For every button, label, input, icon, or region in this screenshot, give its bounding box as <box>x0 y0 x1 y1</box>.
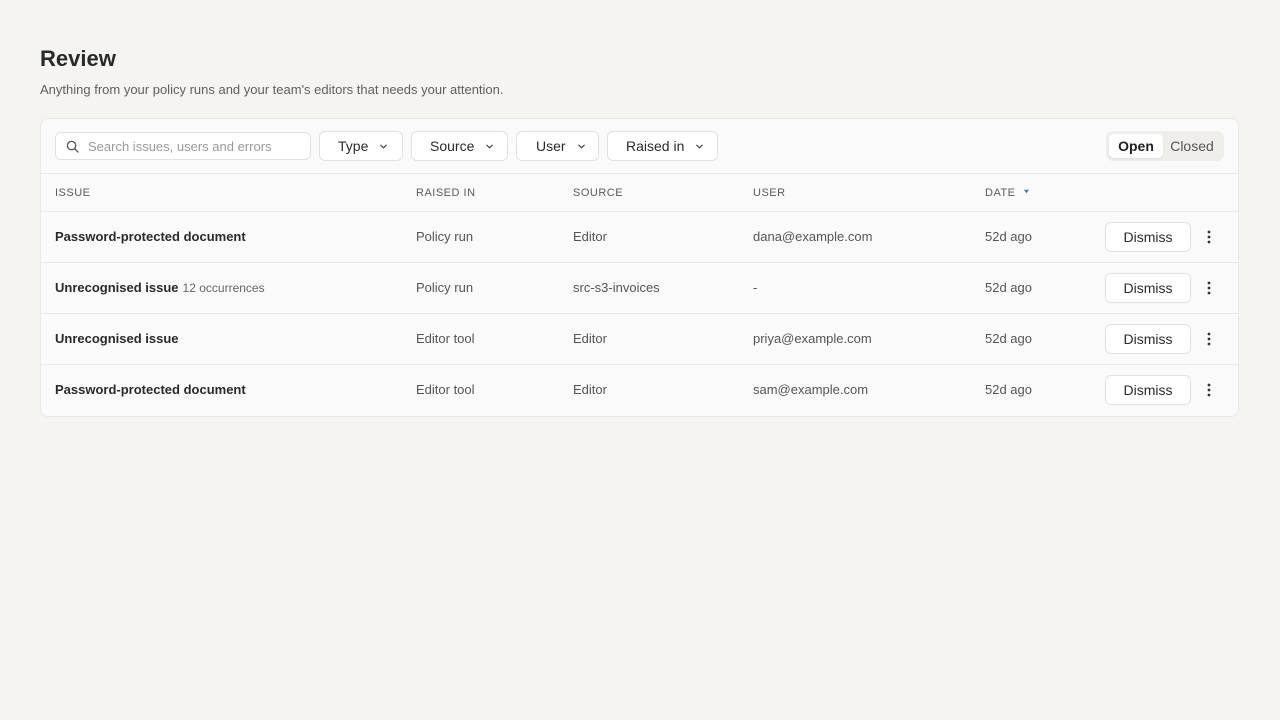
review-page: Review Anything from your policy runs an… <box>40 44 1239 417</box>
chevron-down-icon <box>696 144 704 148</box>
status-closed-button[interactable]: Closed <box>1163 134 1221 158</box>
status-open-button[interactable]: Open <box>1109 134 1163 158</box>
user-cell: dana@example.com <box>753 229 873 244</box>
dismiss-button[interactable]: Dismiss <box>1105 375 1191 405</box>
issue-name: Password-protected document <box>55 229 246 244</box>
table-header: ISSUE RAISED IN SOURCE USER DATE <box>41 174 1238 212</box>
table-row: Unrecognised issue Editor tool Editor pr… <box>41 314 1238 365</box>
issue-name: Password-protected document <box>55 382 246 397</box>
search-icon <box>66 140 79 153</box>
column-header-issue[interactable]: ISSUE <box>55 174 91 212</box>
raised-in-cell: Policy run <box>416 280 474 295</box>
user-cell: priya@example.com <box>753 331 872 346</box>
table-body: Password-protected document Policy run E… <box>41 212 1238 416</box>
column-header-source[interactable]: SOURCE <box>573 174 623 212</box>
column-header-user[interactable]: USER <box>753 174 786 212</box>
row-menu-button[interactable] <box>1199 380 1219 400</box>
issue-cell[interactable]: Unrecognised issue <box>55 314 183 364</box>
chevron-down-icon <box>577 144 585 148</box>
filter-type-button[interactable]: Type <box>319 131 403 161</box>
filter-type-label: Type <box>338 138 369 154</box>
filter-source-button[interactable]: Source <box>411 131 508 161</box>
row-menu-button[interactable] <box>1199 329 1219 349</box>
issue-cell[interactable]: Password-protected document <box>55 365 250 415</box>
filter-raised-in-label: Raised in <box>626 138 685 154</box>
column-header-date[interactable]: DATE <box>985 174 1030 212</box>
issue-cell[interactable]: Password-protected document <box>55 212 250 262</box>
more-vertical-icon <box>1207 230 1211 244</box>
filter-raised-in-button[interactable]: Raised in <box>607 131 718 161</box>
source-cell: Editor <box>573 331 607 346</box>
more-vertical-icon <box>1207 383 1211 397</box>
column-header-date-label: DATE <box>985 187 1016 199</box>
toolbar: Type Source User Raised in <box>41 119 1238 174</box>
table-row: Password-protected document Editor tool … <box>41 365 1238 416</box>
source-cell: Editor <box>573 382 607 397</box>
search-box[interactable] <box>55 132 311 160</box>
raised-in-cell: Editor tool <box>416 382 475 397</box>
filter-user-button[interactable]: User <box>516 131 599 161</box>
issue-name: Unrecognised issue <box>55 280 179 295</box>
dismiss-button[interactable]: Dismiss <box>1105 273 1191 303</box>
source-cell: Editor <box>573 229 607 244</box>
date-cell: 52d ago <box>985 382 1032 397</box>
user-cell: sam@example.com <box>753 382 869 397</box>
issue-cell[interactable]: Unrecognised issue 12 occurrences <box>55 263 265 313</box>
raised-in-cell: Policy run <box>416 229 474 244</box>
table-row: Password-protected document Policy run E… <box>41 212 1238 263</box>
page-subtitle: Anything from your policy runs and your … <box>40 82 504 97</box>
occurrence-count: 12 occurrences <box>182 281 265 295</box>
chevron-down-icon <box>380 144 388 148</box>
column-header-raised-in[interactable]: RAISED IN <box>416 174 476 212</box>
row-menu-button[interactable] <box>1199 278 1219 298</box>
page-title: Review <box>40 46 116 71</box>
row-menu-button[interactable] <box>1199 227 1219 247</box>
chevron-down-icon <box>486 144 494 148</box>
date-cell: 52d ago <box>985 331 1032 346</box>
date-cell: 52d ago <box>985 229 1032 244</box>
source-cell: src-s3-invoices <box>573 280 660 295</box>
issue-name: Unrecognised issue <box>55 331 179 346</box>
status-toggle: Open Closed <box>1106 131 1224 161</box>
more-vertical-icon <box>1207 332 1211 346</box>
table-row: Unrecognised issue 12 occurrences Policy … <box>41 263 1238 314</box>
dismiss-button[interactable]: Dismiss <box>1105 324 1191 354</box>
filter-user-label: User <box>536 138 566 154</box>
filter-source-label: Source <box>430 138 475 154</box>
search-input[interactable] <box>88 138 298 154</box>
dismiss-button[interactable]: Dismiss <box>1105 222 1191 252</box>
user-cell: - <box>753 280 758 295</box>
review-panel: Type Source User Raised in <box>40 118 1239 417</box>
sort-desc-icon <box>1023 189 1030 194</box>
more-vertical-icon <box>1207 281 1211 295</box>
raised-in-cell: Editor tool <box>416 331 475 346</box>
date-cell: 52d ago <box>985 280 1032 295</box>
